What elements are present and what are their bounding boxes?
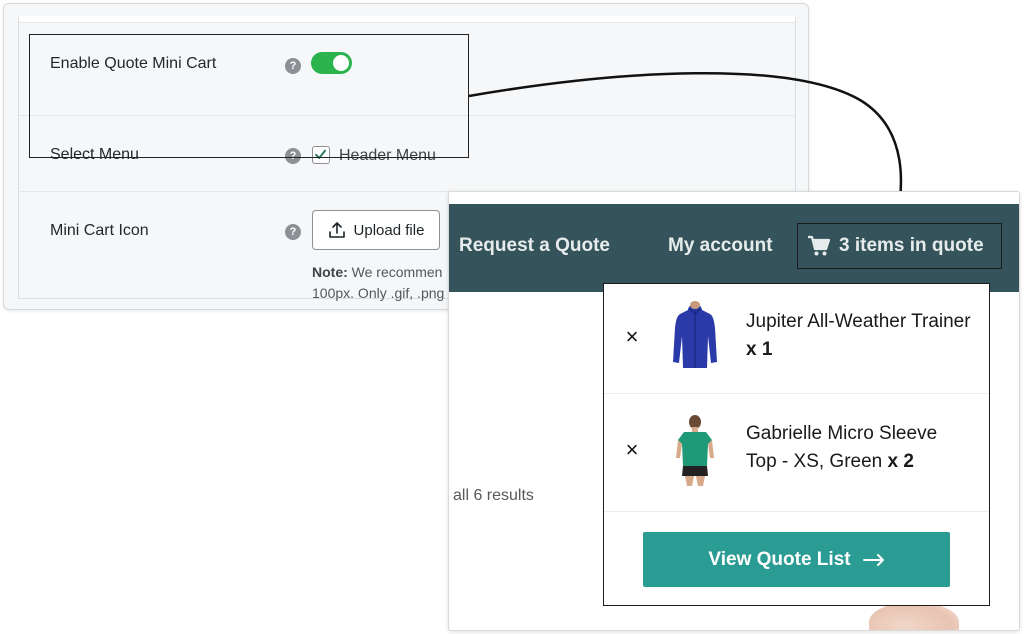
cart-item: × Gabrielle Micro Sleeve Top - XS, Green… — [604, 394, 989, 512]
cart-icon — [808, 235, 831, 256]
mini-cart-dropdown: × Jupiter All-Weather Trainer x 1 × Gabr… — [603, 283, 990, 606]
setting-row-select-menu: Select Menu ? Header Menu — [19, 115, 795, 191]
help-icon[interactable]: ? — [285, 148, 301, 164]
setting-row-enable-mini-cart: Enable Quote Mini Cart ? — [19, 39, 795, 115]
store-nav-bar: Request a Quote My account 3 items in qu… — [449, 204, 1019, 292]
enable-mini-cart-label: Enable Quote Mini Cart — [50, 55, 217, 72]
green-top-image[interactable] — [670, 414, 720, 488]
cart-item-name[interactable]: Jupiter All-Weather Trainer x 1 — [746, 308, 971, 364]
store-card-top — [449, 192, 1019, 204]
results-count: all 6 results — [453, 487, 534, 504]
cart-item: × Jupiter All-Weather Trainer x 1 — [604, 284, 989, 394]
product-title: Jupiter All-Weather Trainer — [746, 311, 971, 332]
view-quote-list-label: View Quote List — [708, 548, 851, 570]
view-quote-list-button[interactable]: View Quote List — [643, 532, 950, 587]
mini-cart-icon-label: Mini Cart Icon — [50, 222, 149, 239]
settings-top-strip — [19, 17, 795, 23]
product-qty: x 2 — [887, 451, 914, 472]
header-menu-checkbox[interactable] — [312, 146, 330, 164]
help-icon[interactable]: ? — [285, 224, 301, 240]
close-icon[interactable]: × — [622, 439, 642, 461]
cart-count-label: 3 items in quote — [839, 235, 984, 256]
close-icon[interactable]: × — [622, 326, 642, 348]
enable-mini-cart-toggle[interactable] — [311, 52, 352, 74]
product-qty: x 1 — [746, 339, 773, 360]
upload-file-button[interactable]: Upload file — [312, 210, 440, 250]
toggle-knob — [333, 55, 349, 71]
arrow-right-icon — [862, 553, 884, 566]
header-menu-label[interactable]: Header Menu — [339, 147, 436, 165]
blue-jacket-image[interactable] — [670, 300, 720, 374]
note-prefix: Note: — [312, 264, 348, 280]
nav-request-quote[interactable]: Request a Quote — [459, 235, 610, 257]
checkmark-icon — [315, 149, 326, 159]
product-image-partial — [869, 602, 959, 630]
note-line2: 100px. Only .gif, .png — [312, 285, 445, 301]
nav-quote-cart[interactable]: 3 items in quote — [797, 223, 1002, 269]
upload-file-label: Upload file — [353, 221, 425, 239]
note-line1: We recommen — [347, 264, 443, 280]
nav-my-account[interactable]: My account — [668, 235, 773, 257]
upload-icon — [328, 222, 345, 238]
cart-item-name[interactable]: Gabrielle Micro Sleeve Top - XS, Green x… — [746, 420, 971, 476]
help-icon[interactable]: ? — [285, 58, 301, 74]
select-menu-label: Select Menu — [50, 146, 139, 163]
